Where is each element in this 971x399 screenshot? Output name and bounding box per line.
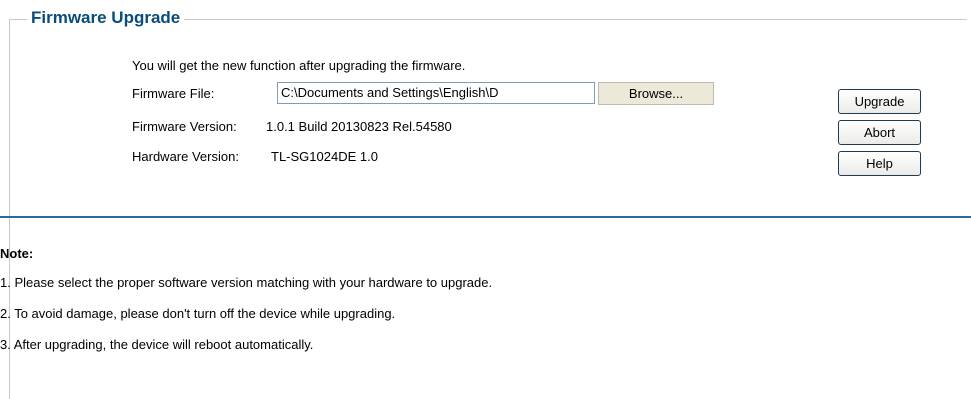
- browse-button[interactable]: Browse...: [598, 82, 714, 105]
- help-button[interactable]: Help: [838, 151, 921, 176]
- section-divider: [0, 216, 971, 218]
- hardware-version-label: Hardware Version:: [132, 149, 239, 164]
- firmware-file-label: Firmware File:: [132, 86, 215, 101]
- firmware-version-label: Firmware Version:: [132, 119, 237, 134]
- firmware-version-value: 1.0.1 Build 20130823 Rel.54580: [266, 119, 452, 134]
- abort-button[interactable]: Abort: [838, 120, 921, 145]
- intro-text: You will get the new function after upgr…: [132, 58, 466, 73]
- note-item-3: 3. After upgrading, the device will rebo…: [0, 337, 314, 352]
- upgrade-button[interactable]: Upgrade: [838, 89, 921, 114]
- note-item-2: 2. To avoid damage, please don't turn of…: [0, 306, 396, 321]
- section-title: Firmware Upgrade: [27, 7, 185, 29]
- firmware-file-input[interactable]: C:\Documents and Settings\English\D: [277, 82, 595, 104]
- note-title: Note:: [0, 246, 34, 261]
- hardware-version-value: TL-SG1024DE 1.0: [271, 149, 378, 164]
- note-item-1: 1. Please select the proper software ver…: [0, 275, 493, 290]
